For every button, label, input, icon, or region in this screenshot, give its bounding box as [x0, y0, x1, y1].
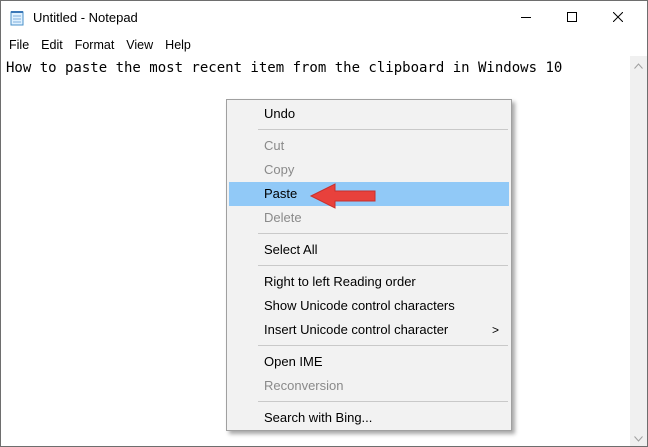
menu-bar: File Edit Format View Help — [1, 35, 647, 55]
ctx-item-label: Copy — [264, 162, 295, 177]
menu-help[interactable]: Help — [159, 35, 197, 55]
window-title: Untitled - Notepad — [33, 10, 138, 25]
ctx-item-select-all[interactable]: Select All — [229, 238, 509, 262]
scroll-down-button[interactable] — [630, 429, 647, 446]
menu-separator — [258, 345, 508, 346]
menu-separator — [258, 401, 508, 402]
ctx-item-label: Undo — [264, 106, 296, 121]
annotation-arrow-icon — [309, 183, 376, 209]
scroll-up-icon — [634, 56, 643, 74]
ctx-item-label: Search with Bing... — [264, 410, 373, 425]
menu-separator — [258, 233, 508, 234]
scroll-up-button[interactable] — [630, 56, 647, 73]
menu-view[interactable]: View — [120, 35, 159, 55]
editor-content[interactable]: How to paste the most recent item from t… — [6, 59, 562, 77]
ctx-item-reconversion[interactable]: Reconversion — [229, 374, 509, 398]
ctx-item-undo[interactable]: Undo — [229, 102, 509, 126]
notepad-window: Untitled - Notepad File Edit Format View… — [0, 0, 648, 447]
ctx-item-cut[interactable]: Cut — [229, 134, 509, 158]
notepad-icon — [10, 10, 24, 26]
minimize-icon — [521, 9, 531, 27]
context-menu: Undo Cut Copy Paste Delete Select All Ri… — [226, 99, 512, 431]
menu-edit[interactable]: Edit — [35, 35, 69, 55]
minimize-button[interactable] — [503, 1, 549, 35]
close-icon — [612, 9, 624, 27]
ctx-item-copy[interactable]: Copy — [229, 158, 509, 182]
ctx-item-label: Delete — [264, 210, 302, 225]
maximize-button[interactable] — [549, 1, 595, 35]
ctx-item-open-ime[interactable]: Open IME — [229, 350, 509, 374]
menu-format[interactable]: Format — [69, 35, 121, 55]
ctx-item-label: Paste — [264, 186, 298, 201]
ctx-item-insert-unicode[interactable]: Insert Unicode control character > — [229, 318, 509, 342]
menu-file[interactable]: File — [3, 35, 35, 55]
ctx-item-label: Reconversion — [264, 378, 344, 393]
title-bar[interactable]: Untitled - Notepad — [1, 1, 647, 35]
ctx-item-show-unicode[interactable]: Show Unicode control characters — [229, 294, 509, 318]
ctx-item-label: Show Unicode control characters — [264, 298, 455, 313]
ctx-item-label: Cut — [264, 138, 285, 153]
ctx-item-rtl-reading-order[interactable]: Right to left Reading order — [229, 270, 509, 294]
maximize-icon — [567, 9, 577, 27]
menu-separator — [258, 129, 508, 130]
ctx-item-label: Open IME — [264, 354, 323, 369]
ctx-item-label: Insert Unicode control character — [264, 322, 449, 337]
ctx-item-search-bing[interactable]: Search with Bing... — [229, 406, 509, 430]
scroll-down-icon — [634, 429, 643, 447]
chevron-right-icon: > — [491, 323, 499, 337]
ctx-item-label: Select All — [264, 242, 318, 257]
menu-separator — [258, 265, 508, 266]
ctx-item-label: Right to left Reading order — [264, 274, 416, 289]
vertical-scrollbar[interactable] — [630, 56, 647, 446]
close-button[interactable] — [595, 1, 641, 35]
